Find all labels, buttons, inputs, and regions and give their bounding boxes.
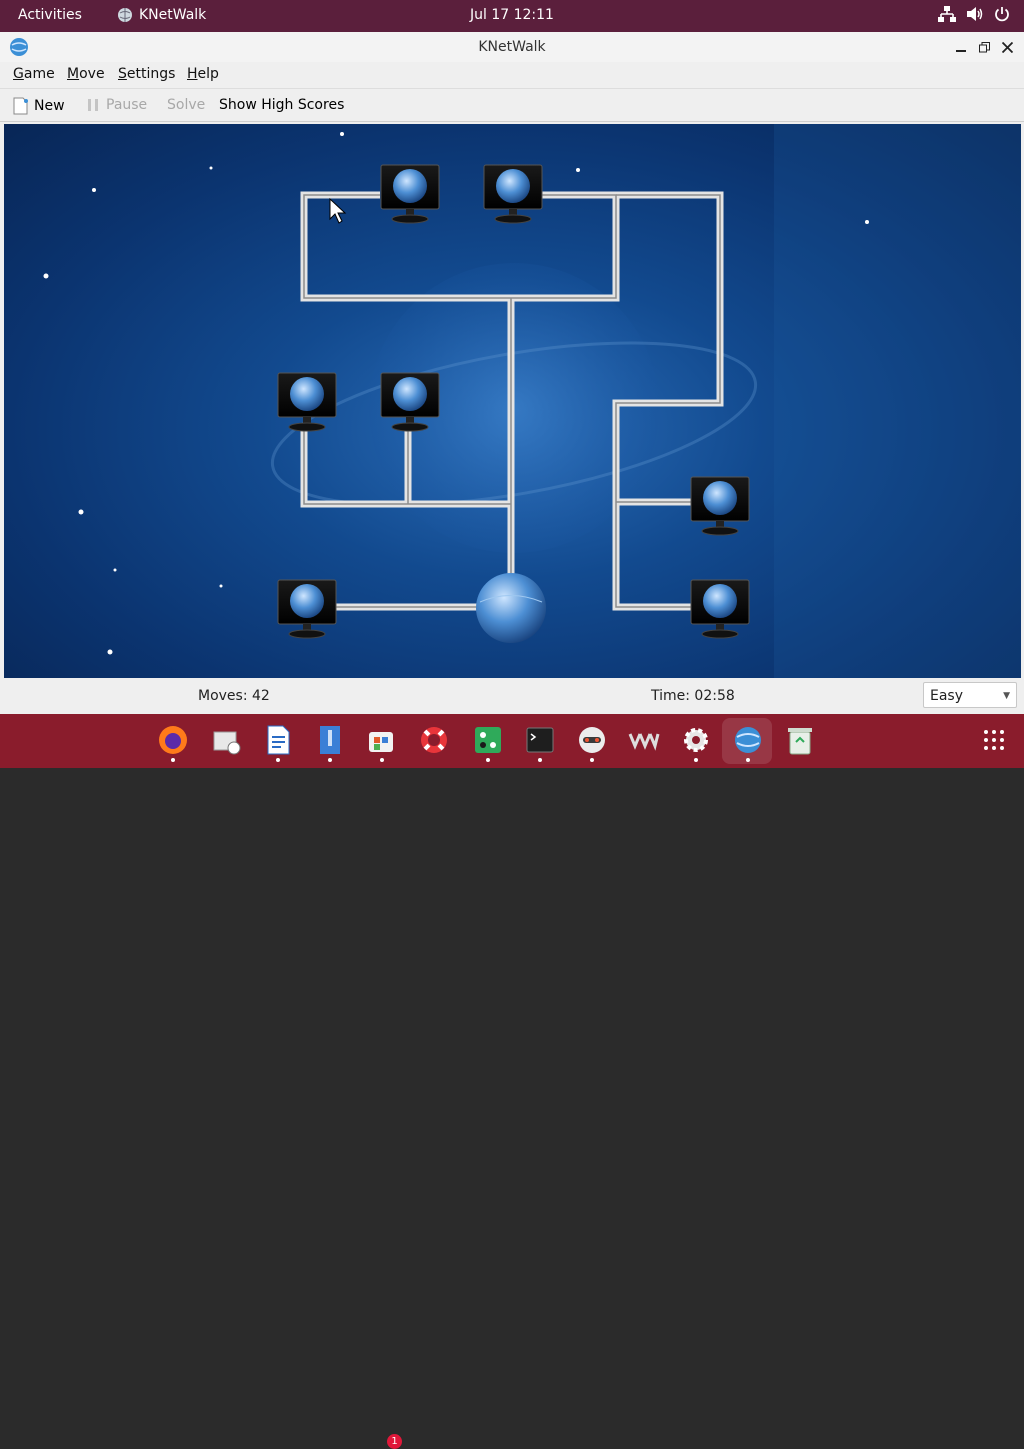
running-indicator — [590, 758, 594, 762]
notification-count: 1 — [391, 1436, 398, 1447]
computer-terminal[interactable] — [483, 164, 543, 224]
knetwalk-icon — [10, 38, 28, 56]
volume-icon — [967, 7, 983, 21]
terminal-icon[interactable] — [524, 724, 556, 756]
writer-icon[interactable] — [262, 724, 294, 756]
pause-label: Pause — [106, 97, 148, 113]
game-board[interactable] — [4, 124, 1021, 678]
knetwalk-window: KNetWalk Game Move Settings Help New Pau… — [0, 32, 1024, 714]
network-icon — [938, 6, 956, 22]
robot-face-icon[interactable] — [576, 724, 608, 756]
cables — [300, 191, 724, 611]
high-scores-label: Show High Scores — [219, 97, 345, 113]
close-icon — [1001, 41, 1013, 53]
running-indicator — [171, 758, 175, 762]
new-document-icon — [13, 97, 28, 115]
title-bar[interactable]: KNetWalk — [0, 32, 1024, 62]
mail-icon[interactable] — [210, 724, 242, 756]
app-grid-icon[interactable] — [978, 724, 1010, 756]
pause-icon — [88, 99, 98, 111]
computer-terminal[interactable] — [277, 372, 337, 432]
firefox-icon[interactable] — [157, 724, 189, 756]
app-name-label: KNetWalk — [139, 7, 207, 23]
window-title: KNetWalk — [478, 39, 546, 55]
minimize-icon — [956, 50, 966, 52]
power-icon — [995, 7, 1009, 22]
close-button[interactable] — [998, 38, 1016, 56]
restore-icon — [978, 41, 990, 52]
running-indicator — [746, 758, 750, 762]
computer-terminal[interactable] — [690, 476, 750, 536]
toolbar: New Pause Solve Show High Scores — [0, 88, 1024, 122]
clock[interactable]: Jul 17 12:11 — [470, 7, 554, 23]
help-lifebuoy-icon[interactable] — [418, 724, 450, 756]
difficulty-select[interactable]: Easy ▼ — [923, 682, 1017, 708]
new-button[interactable]: New — [13, 97, 65, 115]
activities-button[interactable]: Activities — [18, 7, 82, 23]
dock: 1 — [0, 714, 1024, 1449]
running-indicator — [486, 758, 490, 762]
solve-label: Solve — [167, 97, 206, 113]
status-bar: Moves: 42 Time: 02:58 Easy ▼ — [0, 680, 1024, 714]
pause-button[interactable]: Pause — [86, 97, 147, 113]
background-column — [774, 124, 1021, 678]
menu-game[interactable]: Game — [13, 66, 55, 82]
time-counter: Time: 02:58 — [651, 688, 735, 704]
file-archive-icon[interactable] — [314, 724, 346, 756]
vm-manager-icon[interactable] — [628, 724, 660, 756]
recycle-bin-icon[interactable] — [784, 724, 816, 756]
server-globe[interactable] — [476, 573, 546, 643]
maximize-button[interactable] — [975, 38, 993, 56]
solve-button[interactable]: Solve — [167, 97, 205, 113]
mouse-cursor — [329, 197, 347, 224]
show-high-scores-button[interactable]: Show High Scores — [219, 97, 344, 113]
running-indicator — [276, 758, 280, 762]
notification-badge: 1 — [387, 1434, 402, 1449]
software-center-icon[interactable] — [366, 724, 398, 756]
menu-help[interactable]: Help — [187, 66, 219, 82]
top-bar: Activities KNetWalk Jul 17 12:11 — [0, 0, 1024, 32]
menu-move[interactable]: Move — [67, 66, 105, 82]
menu-bar: Game Move Settings Help — [0, 62, 1024, 86]
minimize-button[interactable] — [952, 38, 970, 56]
running-indicator — [694, 758, 698, 762]
game-board-icon[interactable] — [472, 724, 504, 756]
computer-terminal[interactable] — [380, 164, 440, 224]
chevron-down-icon: ▼ — [1003, 691, 1010, 701]
moves-counter: Moves: 42 — [198, 688, 270, 704]
running-indicator — [328, 758, 332, 762]
board-canvas — [43, 124, 1021, 678]
knetwalk-dock-icon[interactable] — [732, 724, 764, 756]
menu-settings[interactable]: Settings — [118, 66, 175, 82]
computer-terminal[interactable] — [277, 579, 337, 639]
difficulty-value: Easy — [930, 688, 964, 704]
running-indicator — [538, 758, 542, 762]
settings-gear-icon[interactable] — [680, 724, 712, 756]
computer-terminal[interactable] — [690, 579, 750, 639]
system-tray[interactable] — [938, 6, 1010, 22]
new-label: New — [34, 98, 65, 114]
running-indicator — [380, 758, 384, 762]
knetwalk-app-icon — [118, 8, 132, 22]
app-menu[interactable]: KNetWalk — [117, 7, 206, 23]
